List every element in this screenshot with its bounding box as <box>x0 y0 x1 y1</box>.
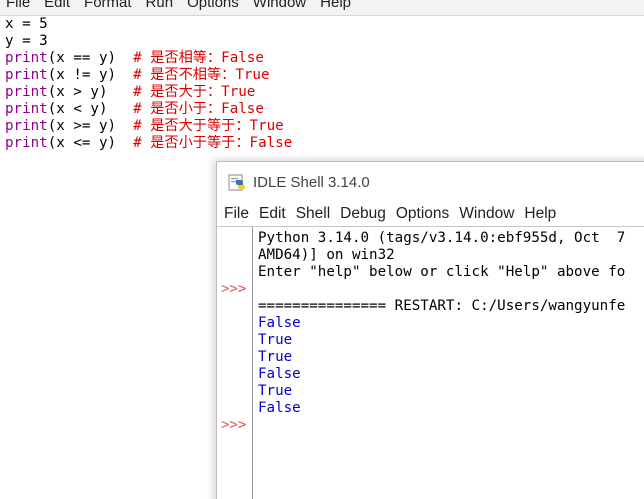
code-token-plain: (x >= y) <box>47 118 134 134</box>
code-token-plain: (x <= y) <box>47 135 134 151</box>
code-token-plain: y = 3 <box>5 33 48 49</box>
code-token-plain: (x < y) <box>47 101 134 117</box>
code-token-plain: (x != y) <box>47 67 134 83</box>
code-token-builtin: print <box>5 50 48 66</box>
code-token-comment: # 是否不相等：True <box>133 67 270 83</box>
shell-menu-edit[interactable]: Edit <box>254 202 291 226</box>
idle-shell-window: IDLE Shell 3.14.0 File Edit Shell Debug … <box>216 161 644 499</box>
shell-output-line: False <box>258 400 301 416</box>
editor-code-line: print(x < y) # 是否小于：False <box>5 101 292 118</box>
editor-menu-edit[interactable]: Edit <box>37 0 77 15</box>
shell-menubar: File Edit Shell Debug Options Window Hel… <box>217 202 644 226</box>
shell-output-line: True <box>258 349 293 365</box>
editor-menu-run[interactable]: Run <box>139 0 181 15</box>
shell-info-line <box>258 281 625 298</box>
shell-menu-window[interactable]: Window <box>454 202 519 226</box>
code-token-comment: # 是否小于：False <box>133 101 264 117</box>
shell-prompt-gutter: >>> >>> <box>217 227 253 499</box>
editor-code-line: print(x <= y) # 是否小于等于：False <box>5 135 292 152</box>
editor-code-line: print(x >= y) # 是否大于等于：True <box>5 118 292 135</box>
editor-code-line: x = 5 <box>5 16 292 33</box>
editor-code-line: print(x == y) # 是否相等：False <box>5 50 292 67</box>
editor-code-line: print(x > y) # 是否大于：True <box>5 84 292 101</box>
code-token-comment: # 是否大于等于：True <box>133 118 284 134</box>
python-idle-icon <box>228 174 245 191</box>
shell-menu-debug[interactable]: Debug <box>335 202 391 226</box>
code-token-plain: (x > y) <box>47 84 134 100</box>
shell-output-area[interactable]: Python 3.14.0 (tags/v3.14.0:ebf955d, Oct… <box>258 230 625 417</box>
editor-code-line: print(x != y) # 是否不相等：True <box>5 67 292 84</box>
editor-menu-window[interactable]: Window <box>246 0 313 15</box>
shell-info-line: Enter "help" below or click "Help" above… <box>258 264 626 280</box>
shell-output-line: False <box>258 315 301 331</box>
code-token-builtin: print <box>5 84 48 100</box>
shell-menu-help[interactable]: Help <box>519 202 561 226</box>
shell-info-line: Python 3.14.0 (tags/v3.14.0:ebf955d, Oct… <box>258 230 626 246</box>
shell-titlebar[interactable]: IDLE Shell 3.14.0 <box>217 162 644 202</box>
shell-window-title: IDLE Shell 3.14.0 <box>253 173 370 191</box>
shell-output-line: True <box>258 332 293 348</box>
editor-menubar: File Edit Format Run Options Window Help <box>0 0 644 16</box>
shell-info-line: =============== RESTART: C:/Users/wangyu… <box>258 298 626 314</box>
code-token-comment: # 是否大于：True <box>133 84 256 100</box>
shell-prompt-2: >>> <box>221 417 247 433</box>
code-token-builtin: print <box>5 101 48 117</box>
editor-code-line: y = 3 <box>5 33 292 50</box>
code-token-plain: (x == y) <box>47 50 134 66</box>
editor-menu-options[interactable]: Options <box>180 0 246 15</box>
code-token-builtin: print <box>5 118 48 134</box>
editor-menu-help[interactable]: Help <box>313 0 358 15</box>
desktop: File Edit Format Run Options Window Help… <box>0 0 644 499</box>
shell-prompt-1: >>> <box>221 281 247 297</box>
shell-output-line: True <box>258 383 293 399</box>
editor-menu-format[interactable]: Format <box>77 0 139 15</box>
shell-menu-options[interactable]: Options <box>391 202 454 226</box>
code-token-comment: # 是否小于等于：False <box>133 135 293 151</box>
code-token-builtin: print <box>5 135 48 151</box>
editor-text-area[interactable]: x = 5y = 3 print(x == y) # 是否相等：False prin… <box>5 16 292 152</box>
shell-info-line: AMD64)] on win32 <box>258 247 395 263</box>
code-token-plain: x = 5 <box>5 16 48 32</box>
shell-body: >>> >>> Python 3.14.0 (tags/v3.14.0:ebf9… <box>217 226 644 499</box>
code-token-comment: # 是否相等：False <box>133 50 264 66</box>
shell-menu-shell[interactable]: Shell <box>291 202 335 226</box>
shell-menu-file[interactable]: File <box>217 202 254 226</box>
shell-output-line: False <box>258 366 301 382</box>
code-token-builtin: print <box>5 67 48 83</box>
editor-menu-file[interactable]: File <box>0 0 37 15</box>
